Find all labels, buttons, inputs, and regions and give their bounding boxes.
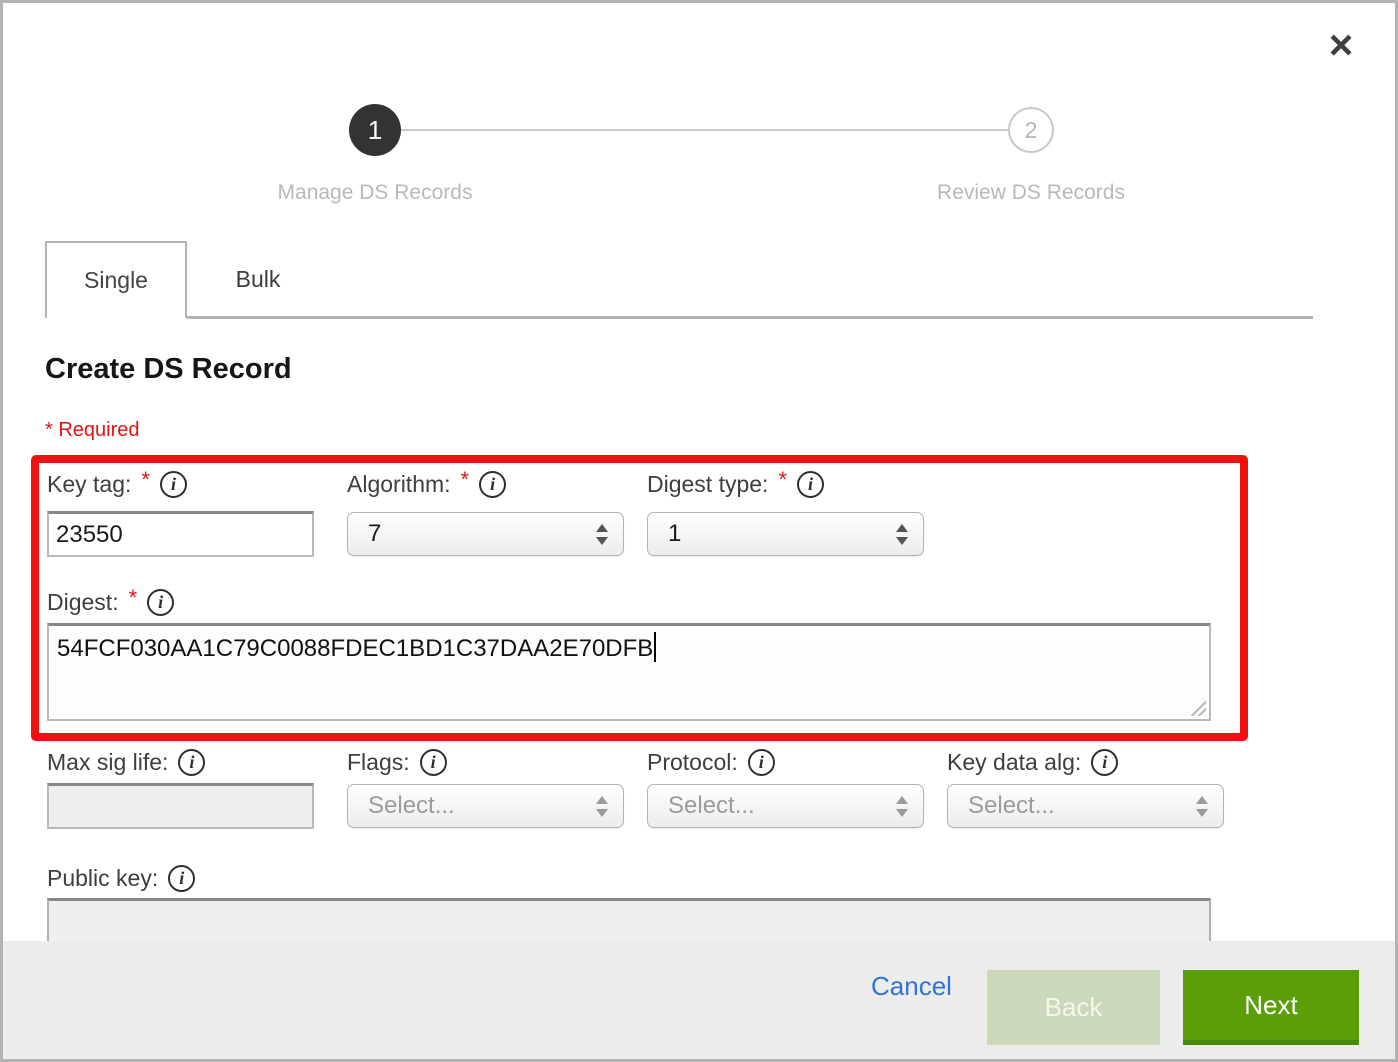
protocol-label-text: Protocol: <box>647 749 738 776</box>
key-data-alg-label: Key data alg: i <box>947 747 1118 777</box>
max-sig-life-input[interactable] <box>47 783 314 829</box>
select-arrows-icon <box>596 524 608 545</box>
required-asterisk: * <box>461 467 470 493</box>
digest-value: 54FCF030AA1C79C0088FDEC1BD1C37DAA2E70DFB <box>57 635 653 662</box>
select-arrows-icon <box>1196 796 1208 817</box>
info-icon[interactable]: i <box>420 749 447 776</box>
stepper-step-2-number: 2 <box>1025 117 1038 144</box>
flags-label: Flags: i <box>347 747 447 777</box>
resize-handle[interactable] <box>1189 699 1206 716</box>
info-icon-glyph: i <box>158 592 163 613</box>
key-data-alg-select[interactable]: Select... <box>947 784 1224 828</box>
digest-type-select[interactable]: 1 <box>647 512 924 556</box>
required-asterisk: * <box>129 585 138 611</box>
info-icon-glyph: i <box>171 474 176 495</box>
info-icon[interactable]: i <box>168 865 195 892</box>
info-icon-glyph: i <box>1102 752 1107 773</box>
algorithm-label: Algorithm: * i <box>347 469 506 499</box>
stepper-step-1-label: Manage DS Records <box>225 181 525 205</box>
flags-value: Select... <box>368 792 596 820</box>
algorithm-select[interactable]: 7 <box>347 512 624 556</box>
key-data-alg-value: Select... <box>968 792 1196 820</box>
text-cursor <box>654 632 656 662</box>
tab-single[interactable]: Single <box>45 241 187 318</box>
info-icon[interactable]: i <box>479 471 506 498</box>
flags-select[interactable]: Select... <box>347 784 624 828</box>
flags-label-text: Flags: <box>347 749 410 776</box>
modal-footer: Cancel Back Next <box>3 941 1395 1059</box>
max-sig-life-label-text: Max sig life: <box>47 749 168 776</box>
digest-type-value: 1 <box>668 520 896 548</box>
key-tag-label-text: Key tag: <box>47 471 131 498</box>
digest-type-label-text: Digest type: <box>647 471 768 498</box>
key-tag-value: 23550 <box>56 521 123 549</box>
protocol-value: Select... <box>668 792 896 820</box>
info-icon-glyph: i <box>179 868 184 889</box>
select-arrows-icon <box>896 524 908 545</box>
back-button[interactable]: Back <box>987 970 1160 1045</box>
info-icon-glyph: i <box>808 474 813 495</box>
key-data-alg-label-text: Key data alg: <box>947 749 1081 776</box>
stepper-step-1-number: 1 <box>368 115 382 146</box>
info-icon[interactable]: i <box>797 471 824 498</box>
info-icon-glyph: i <box>431 752 436 773</box>
tab-underline <box>187 316 1313 319</box>
public-key-label: Public key: i <box>47 863 195 893</box>
stepper-step-1-circle: 1 <box>349 104 401 156</box>
info-icon[interactable]: i <box>147 589 174 616</box>
digest-label: Digest: * i <box>47 587 174 617</box>
tab-bulk[interactable]: Bulk <box>199 241 317 318</box>
required-asterisk: * <box>778 467 787 493</box>
info-icon[interactable]: i <box>748 749 775 776</box>
stepper-step-2-circle: 2 <box>1008 107 1054 153</box>
algorithm-label-text: Algorithm: <box>347 471 451 498</box>
stepper-connector <box>401 129 1008 131</box>
stepper-step-2-label: Review DS Records <box>881 181 1181 205</box>
max-sig-life-label: Max sig life: i <box>47 747 205 777</box>
info-icon[interactable]: i <box>1091 749 1118 776</box>
select-arrows-icon <box>596 796 608 817</box>
public-key-textarea[interactable] <box>47 898 1211 941</box>
key-tag-input[interactable]: 23550 <box>47 511 314 557</box>
tab-single-label: Single <box>84 267 148 294</box>
close-icon[interactable]: × <box>1317 21 1365 69</box>
info-icon-glyph: i <box>490 474 495 495</box>
protocol-label: Protocol: i <box>647 747 775 777</box>
cancel-button[interactable]: Cancel <box>871 971 952 1002</box>
protocol-select[interactable]: Select... <box>647 784 924 828</box>
select-arrows-icon <box>896 796 908 817</box>
required-asterisk: * <box>141 467 150 493</box>
required-note: * Required <box>45 419 140 442</box>
tab-bulk-label: Bulk <box>236 266 281 293</box>
info-icon-glyph: i <box>759 752 764 773</box>
page-title: Create DS Record <box>45 353 292 386</box>
next-button[interactable]: Next <box>1183 970 1359 1045</box>
info-icon[interactable]: i <box>178 749 205 776</box>
algorithm-value: 7 <box>368 520 596 548</box>
info-icon[interactable]: i <box>160 471 187 498</box>
create-ds-record-modal: × 1 2 Manage DS Records Review DS Record… <box>0 0 1398 1062</box>
key-tag-label: Key tag: * i <box>47 469 187 499</box>
public-key-label-text: Public key: <box>47 865 158 892</box>
digest-textarea[interactable]: 54FCF030AA1C79C0088FDEC1BD1C37DAA2E70DFB <box>47 623 1211 721</box>
info-icon-glyph: i <box>189 752 194 773</box>
digest-type-label: Digest type: * i <box>647 469 824 499</box>
digest-label-text: Digest: <box>47 589 119 616</box>
